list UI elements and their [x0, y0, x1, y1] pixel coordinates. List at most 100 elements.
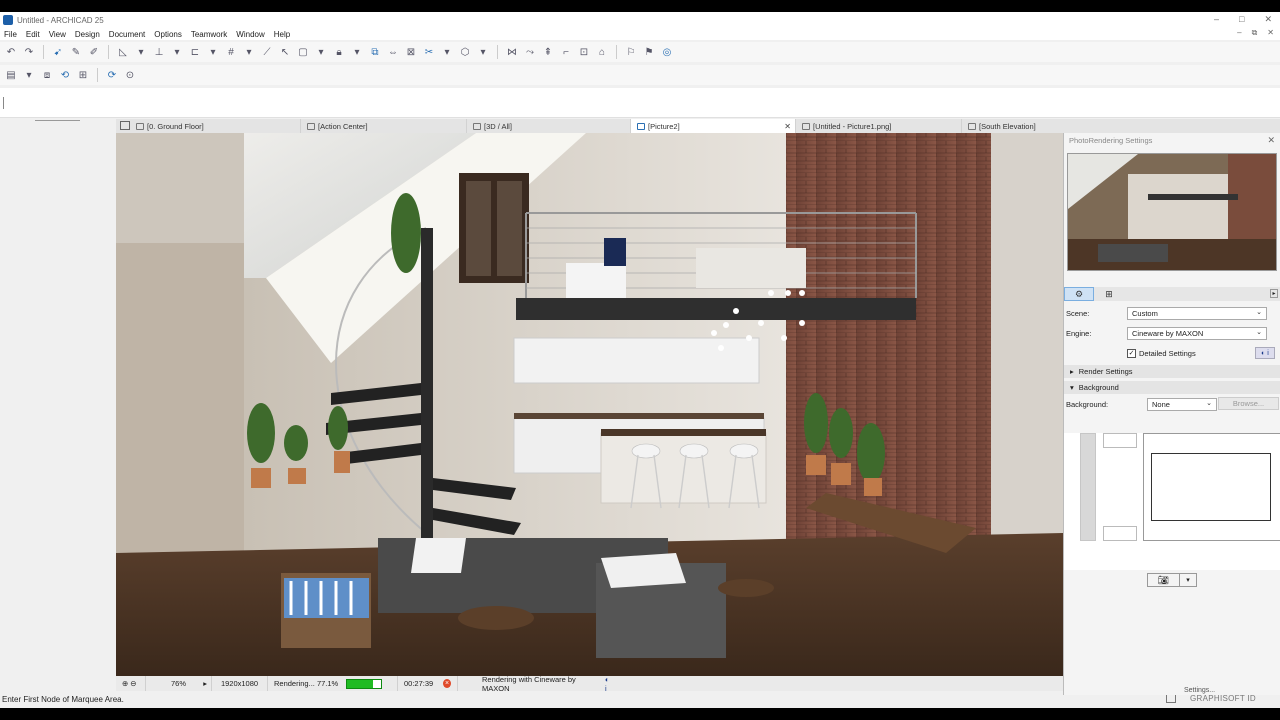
doc-restore-button[interactable]: ⧉ — [1252, 28, 1258, 38]
layer-icon[interactable]: ⧉ — [368, 45, 382, 59]
zoom-in-icon[interactable]: ⊕ — [122, 679, 128, 688]
menu-document[interactable]: Document — [109, 30, 145, 39]
stretch-icon[interactable]: ⇔ — [386, 45, 400, 59]
layout-icon[interactable]: ▤ — [4, 68, 18, 82]
group-icon[interactable]: ▢ — [296, 45, 310, 59]
tab-action-center[interactable]: [Action Center] — [301, 119, 467, 133]
dropdown-arrow-icon[interactable]: ▾ — [22, 68, 36, 82]
graphisoft-id-link[interactable]: GRAPHISOFT ID — [1190, 694, 1256, 703]
select-arrow-icon[interactable]: ➹ — [51, 45, 65, 59]
menu-teamwork[interactable]: Teamwork — [191, 30, 227, 39]
redo-icon[interactable]: ↷ — [22, 45, 36, 59]
intersect-icon[interactable]: ⋈ — [505, 45, 519, 59]
tab-3d-all[interactable]: [3D / All] — [467, 119, 631, 133]
dropdown-arrow-icon[interactable]: ▾ — [350, 45, 364, 59]
explode-icon[interactable]: ⊠ — [404, 45, 418, 59]
dropdown-arrow-icon[interactable]: ▾ — [476, 45, 490, 59]
dropdown-arrow-icon[interactable]: ▾ — [314, 45, 328, 59]
render-viewport[interactable] — [116, 133, 1063, 676]
info-box-handle[interactable] — [3, 97, 4, 109]
guide-line-icon[interactable]: ⊥ — [152, 45, 166, 59]
split-icon[interactable]: ⌐ — [559, 45, 573, 59]
background-select[interactable]: None ⌄ — [1147, 397, 1217, 411]
browse-button[interactable]: Browse... — [1218, 397, 1279, 410]
snap-icon[interactable]: ⟋ — [260, 45, 274, 59]
zoom-level[interactable]: 76% ▸ — [146, 676, 212, 691]
tab-ground-floor[interactable]: [0. Ground Floor] — [116, 119, 301, 133]
dropdown-arrow-icon[interactable]: ▾ — [134, 45, 148, 59]
stop-render-icon[interactable]: × — [443, 679, 451, 688]
hotlink-icon[interactable]: ⊞ — [76, 68, 90, 82]
close-icon[interactable]: ✕ — [1267, 135, 1275, 146]
mark-icon[interactable]: ⚑ — [642, 45, 656, 59]
tab-untitled-picture1[interactable]: [Untitled - Picture1.png] — [796, 119, 962, 133]
align-icon[interactable]: ⊏ — [188, 45, 202, 59]
grid-icon[interactable]: # — [224, 45, 238, 59]
roof-icon[interactable]: ⌂ — [595, 45, 609, 59]
background-section-label: Background — [1078, 383, 1119, 392]
eyedropper-icon[interactable]: ✎ — [69, 45, 83, 59]
render-settings-section[interactable]: ▸ Render Settings — [1064, 365, 1280, 378]
engine-info-icon[interactable]: ◐ i — [605, 675, 612, 693]
reserve-icon[interactable]: ⊙ — [123, 68, 137, 82]
doc-minimize-button[interactable]: – — [1237, 28, 1241, 38]
render-status-bar: ⊕ ⊖ 76% ▸ 1920x1080 Rendering... 77.1% 0… — [116, 675, 1063, 693]
engine-info-icon[interactable]: ◐ i — [1255, 347, 1275, 359]
offset-icon[interactable]: ⤳ — [523, 45, 537, 59]
snapshot-button-group: 📷︎ ▾ — [1147, 573, 1197, 587]
sync-icon[interactable]: ⟲ — [58, 68, 72, 82]
doc-close-button[interactable]: ✕ — [1267, 28, 1274, 38]
tab-label: [South Elevation] — [979, 121, 1036, 131]
chevron-down-icon[interactable]: ▾ — [1180, 576, 1196, 584]
cursor-icon[interactable]: ↖ — [278, 45, 292, 59]
menu-design[interactable]: Design — [75, 30, 100, 39]
camera-icon[interactable]: 📷︎ — [1148, 574, 1180, 586]
tab-overview-icon[interactable] — [120, 121, 130, 130]
chevron-right-icon: ▸ — [1070, 367, 1074, 376]
undo-icon[interactable]: ↶ — [4, 45, 18, 59]
bottom-color-swatch[interactable] — [1103, 526, 1137, 541]
render-icon[interactable]: ◎ — [660, 45, 674, 59]
close-button[interactable]: ✕ — [1264, 14, 1272, 25]
adjust-icon[interactable]: ⊡ — [577, 45, 591, 59]
background-row: Background: None ⌄ Browse... — [1066, 397, 1279, 411]
scene-select[interactable]: Custom ⌄ — [1127, 306, 1267, 320]
engine-select[interactable]: Cineware by MAXON ⌄ — [1127, 326, 1267, 340]
ruler-icon[interactable]: ◺ — [116, 45, 130, 59]
lock-icon[interactable]: 🔒︎ — [332, 45, 346, 59]
syringe-icon[interactable]: ✐ — [87, 45, 101, 59]
maximize-button[interactable]: □ — [1239, 14, 1244, 25]
minimize-button[interactable]: – — [1214, 14, 1219, 25]
menu-edit[interactable]: Edit — [26, 30, 40, 39]
size-tab[interactable]: ⊞ — [1094, 287, 1124, 301]
tab-south-elevation[interactable]: [South Elevation] — [962, 119, 1132, 133]
view-tab-bar: [0. Ground Floor] [Action Center] [3D / … — [116, 119, 1280, 133]
menu-help[interactable]: Help — [274, 30, 290, 39]
elevate-icon[interactable]: ⇞ — [541, 45, 555, 59]
zoom-fit-icon[interactable]: ⊖ — [130, 679, 136, 688]
detailed-settings-checkbox[interactable]: ✓ — [1127, 348, 1136, 358]
close-icon[interactable]: ✕ — [784, 122, 791, 131]
dropdown-arrow-icon[interactable]: ▾ — [242, 45, 256, 59]
settings-button[interactable]: Settings... — [1184, 687, 1215, 694]
settings-tab[interactable]: ⚙ — [1064, 287, 1094, 301]
top-color-swatch[interactable] — [1103, 433, 1137, 448]
teamwork-icon[interactable]: ⟳ — [105, 68, 119, 82]
polygon-icon[interactable]: ⬡ — [458, 45, 472, 59]
zoom-arrow-icon[interactable]: ▸ — [203, 679, 207, 688]
trim-icon[interactable]: ✂ — [422, 45, 436, 59]
background-section[interactable]: ▾ Background — [1064, 381, 1280, 394]
menu-window[interactable]: Window — [236, 30, 264, 39]
publish-icon[interactable]: ⧈ — [40, 68, 54, 82]
dropdown-arrow-icon[interactable]: ▾ — [170, 45, 184, 59]
dropdown-arrow-icon[interactable]: ▾ — [206, 45, 220, 59]
menu-view[interactable]: View — [49, 30, 66, 39]
menu-file[interactable]: File — [4, 30, 17, 39]
sky-gradient-slider[interactable] — [1080, 433, 1096, 541]
menu-options[interactable]: Options — [154, 30, 182, 39]
flag-icon[interactable]: ⚐ — [624, 45, 638, 59]
dropdown-arrow-icon[interactable]: ▾ — [440, 45, 454, 59]
chevron-right-icon[interactable]: ▸ — [1270, 289, 1278, 298]
panel-toggle-icon[interactable] — [1166, 694, 1176, 703]
tab-picture2[interactable]: [Picture2] ✕ — [631, 119, 796, 133]
